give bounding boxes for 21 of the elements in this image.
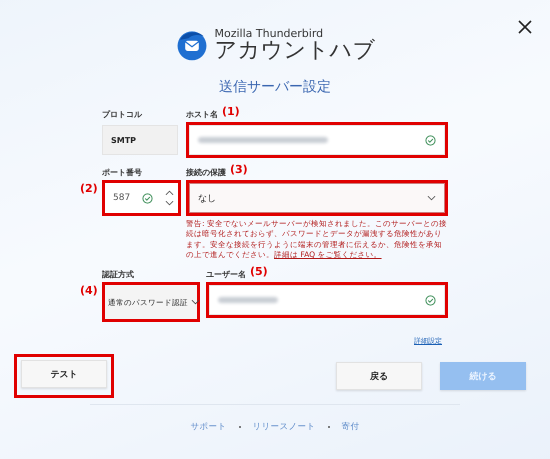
- field-label: 接続の保護: [186, 167, 226, 179]
- field-label: ユーザー名: [206, 269, 246, 281]
- back-button[interactable]: 戻る: [336, 362, 422, 390]
- annotation-number: (1): [222, 105, 240, 118]
- footer-link[interactable]: サポート: [190, 421, 226, 433]
- annotation-number: (5): [250, 265, 268, 278]
- footer-link[interactable]: 寄付: [342, 421, 360, 433]
- field-label: ホスト名: [186, 109, 218, 121]
- section-heading: 送信サーバー設定: [218, 78, 332, 96]
- annotation-number: (4): [80, 284, 98, 297]
- footer-link[interactable]: リリースノート: [252, 421, 316, 433]
- annotation-number: (3): [230, 163, 248, 176]
- protocol-field: SMTP: [102, 125, 178, 155]
- field-label: ポート番号: [102, 167, 142, 179]
- test-button[interactable]: テスト: [21, 360, 107, 388]
- field-label: 認証方式: [102, 269, 134, 281]
- annotation-number: (2): [80, 182, 98, 195]
- product-name: Mozilla Thunderbird: [214, 28, 324, 39]
- window-title: アカウントハブ: [214, 40, 376, 62]
- security-dropdown[interactable]: なし: [189, 183, 445, 213]
- field-label: プロトコル: [102, 109, 142, 121]
